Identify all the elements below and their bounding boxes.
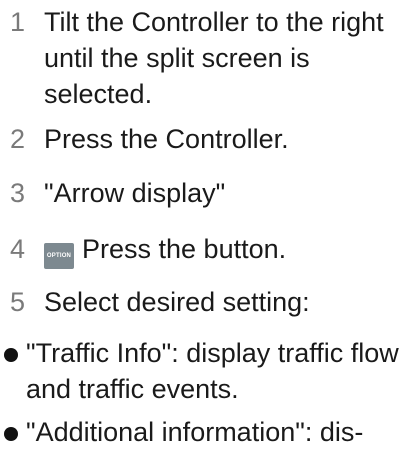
bullet-text: "Additional information": dis- [26, 417, 364, 447]
step-text: Press the Controller. [44, 124, 289, 154]
bullet-additional-information: "Additional information": dis- [0, 414, 417, 450]
bullet-icon [4, 348, 18, 362]
bullet-traffic-info: "Traffic Info": display traffic flow and… [0, 335, 417, 407]
step-2: 2 Press the Controller. [0, 121, 417, 157]
step-text: Select desired setting: [44, 287, 310, 317]
option-button-label: OPTION [46, 253, 72, 259]
option-button-icon: OPTION [44, 243, 74, 269]
step-number: 3 [10, 178, 26, 208]
step-number: 1 [10, 7, 26, 37]
step-4: 4 OPTION Press the button. [0, 231, 417, 269]
step-number: 2 [10, 124, 26, 154]
bullet-icon [4, 427, 18, 441]
step-text: OPTION Press the button. [44, 231, 417, 269]
step-text: "Arrow display" [44, 178, 226, 208]
step-5: 5 Select desired setting: [0, 284, 417, 320]
step-number: 4 [10, 234, 26, 264]
step-4-text: Press the button. [82, 234, 287, 264]
step-3: 3 "Arrow display" [0, 175, 417, 211]
step-number: 5 [10, 287, 26, 317]
step-1: 1 Tilt the Controller to the right until… [0, 4, 417, 112]
instruction-page: 1 Tilt the Controller to the right until… [0, 0, 417, 447]
bullet-text: "Traffic Info": display traffic flow and… [26, 338, 399, 404]
step-text: Tilt the Controller to the right until t… [44, 7, 384, 109]
